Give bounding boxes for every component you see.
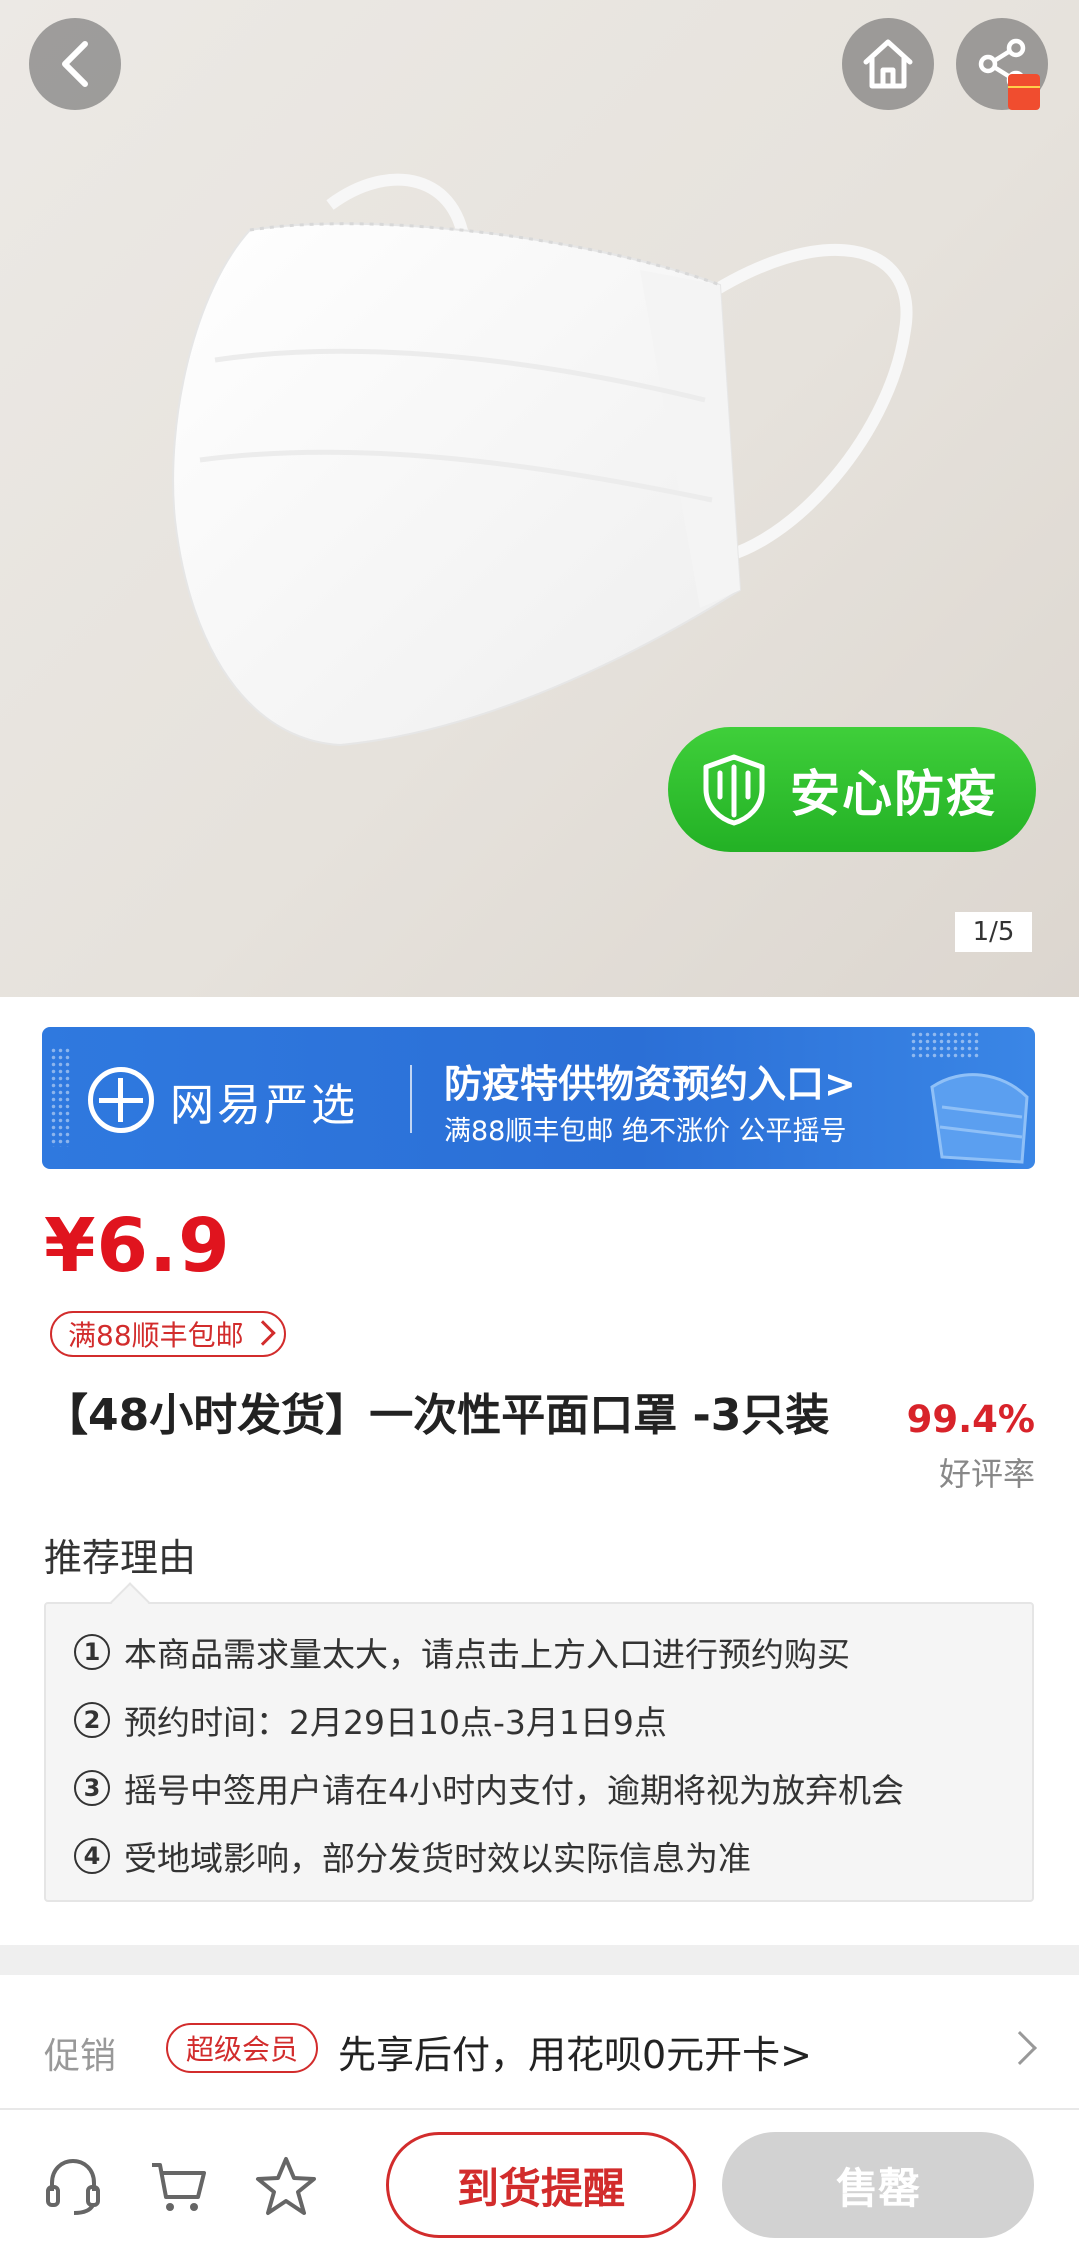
rating-label: 好评率 (938, 1455, 1035, 1493)
home-icon (863, 39, 913, 89)
list-item: 4 受地域影响，部分发货时效以实际信息为准 (74, 1832, 751, 1880)
circled-number: 3 (74, 1770, 110, 1806)
red-packet-icon (1008, 74, 1040, 110)
shipping-tag-label: 满88顺丰包邮 (68, 1319, 244, 1352)
home-button[interactable] (842, 18, 934, 110)
circled-number: 4 (74, 1838, 110, 1874)
section-divider (0, 1945, 1079, 1975)
list-item: 3 摇号中签用户请在4小时内支付，逾期将视为放弃机会 (74, 1764, 904, 1812)
reason-text: 预约时间：2月29日10点-3月1日9点 (124, 1703, 667, 1742)
circled-number: 1 (74, 1634, 110, 1670)
reasons-box: 1 本商品需求量太大，请点击上方入口进行预约购买 2 预约时间：2月29日10点… (44, 1602, 1034, 1902)
bottom-action-bar: 到货提醒 售罄 (0, 2108, 1079, 2258)
banner-title: 防疫特供物资预约入口> (444, 1062, 856, 1106)
chevron-right-icon (249, 1320, 276, 1346)
list-item: 2 预约时间：2月29日10点-3月1日9点 (74, 1696, 667, 1744)
promo-tag: 超级会员 (166, 2023, 319, 2073)
promo-text: 先享后付，用花呗0元开卡> (338, 2033, 813, 2077)
chevron-left-icon (62, 41, 88, 87)
badge-text: 安心防疫 (790, 764, 998, 823)
circled-number: 2 (74, 1702, 110, 1738)
product-title: 【48小时发货】一次性平面口罩 -3只装 (44, 1390, 830, 1441)
list-item: 1 本商品需求量太大，请点击上方入口进行预约购买 (74, 1628, 850, 1676)
promo-label: 促销 (44, 2036, 117, 2077)
back-button[interactable] (29, 18, 121, 110)
banner-subtitle: 满88顺丰包邮 绝不涨价 公平摇号 (444, 1116, 847, 1147)
headset-icon[interactable] (42, 2155, 104, 2217)
banner-divider (410, 1065, 412, 1133)
reason-text: 本商品需求量太大，请点击上方入口进行预约购买 (124, 1635, 850, 1674)
banner-brand: 网易严选 (170, 1080, 358, 1131)
star-icon[interactable] (254, 2155, 318, 2217)
chevron-right-icon (1003, 2031, 1037, 2065)
shipping-tag[interactable]: 满88顺丰包邮 (50, 1311, 286, 1357)
gallery-pager: 1/5 (955, 912, 1032, 952)
reason-text: 受地域影响，部分发货时效以实际信息为准 (124, 1839, 751, 1878)
restock-reminder-button[interactable]: 到货提醒 (386, 2132, 696, 2238)
banner-decoration (50, 1047, 72, 1147)
rating-percent: 99.4% (906, 1398, 1035, 1441)
reason-text: 摇号中签用户请在4小时内支付，逾期将视为放弃机会 (124, 1771, 904, 1810)
shield-icon (703, 754, 765, 825)
product-price: ¥6.9 (44, 1203, 231, 1289)
sold-out-button: 售罄 (722, 2132, 1034, 2238)
epidemic-badge: 安心防疫 (668, 727, 1036, 852)
mask-icon (930, 1073, 1029, 1164)
cart-icon[interactable] (148, 2155, 210, 2217)
rating-block[interactable]: 99.4% 好评率 (900, 1398, 1035, 1495)
brand-logo-icon (88, 1067, 154, 1133)
reservation-banner[interactable]: 网易严选 防疫特供物资预约入口> 满88顺丰包邮 绝不涨价 公平摇号 (42, 1027, 1035, 1169)
product-gallery[interactable]: 安心防疫 1/5 (0, 0, 1079, 997)
reasons-title: 推荐理由 (44, 1536, 197, 1580)
